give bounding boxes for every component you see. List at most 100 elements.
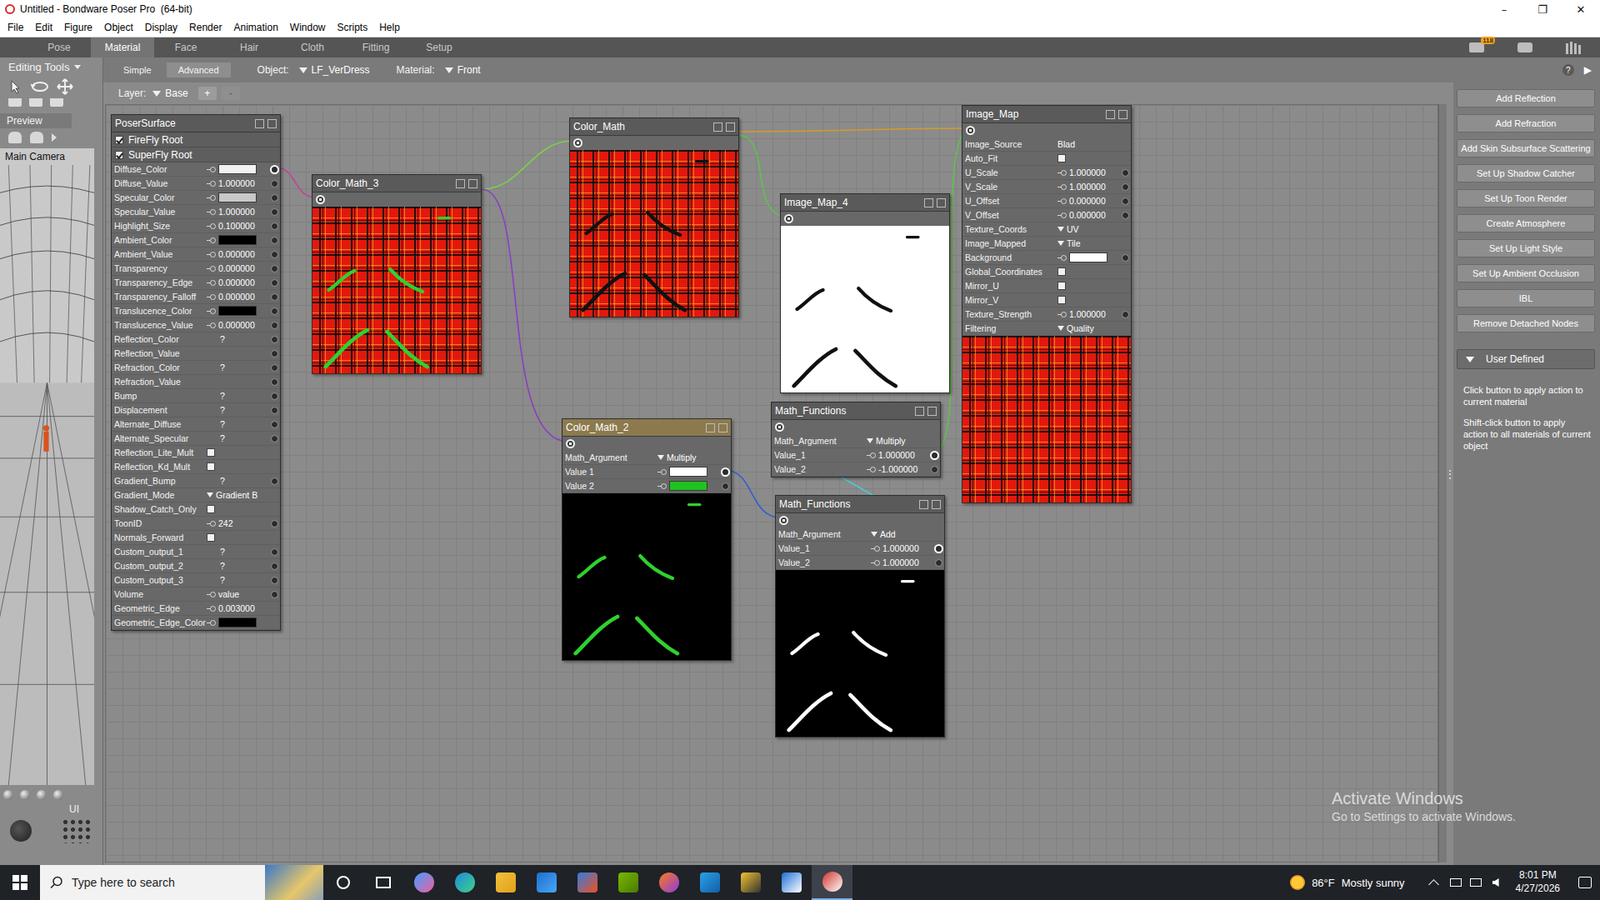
- row-widget[interactable]: Blad: [1057, 139, 1120, 150]
- camera-ball-icon[interactable]: [53, 790, 64, 800]
- row-widget[interactable]: ?: [206, 390, 269, 401]
- node-collapse-button[interactable]: [1105, 110, 1115, 120]
- node-collapse-button[interactable]: [713, 122, 723, 132]
- node-collapse-button[interactable]: [915, 406, 925, 416]
- row-widget[interactable]: value: [206, 589, 269, 600]
- row-widget[interactable]: 242: [206, 518, 269, 529]
- input-socket-icon[interactable]: [930, 450, 940, 460]
- row-widget[interactable]: -1.000000: [866, 464, 929, 475]
- shader-node[interactable]: Color_Math_3: [311, 174, 482, 375]
- trackball-icon[interactable]: [10, 820, 32, 842]
- taskbar-app[interactable]: [566, 865, 608, 900]
- row-widget[interactable]: [206, 448, 269, 457]
- room-tab[interactable]: Cloth: [280, 37, 345, 58]
- row-widget[interactable]: ?: [206, 334, 269, 345]
- row-widget[interactable]: 0.000000: [206, 277, 269, 288]
- input-socket-icon[interactable]: [270, 194, 279, 202]
- node-preview-button[interactable]: [718, 423, 728, 433]
- dial-icon[interactable]: [657, 483, 667, 490]
- row-widget[interactable]: [657, 480, 720, 491]
- row-widget[interactable]: Multiply: [866, 435, 929, 446]
- color-swatch[interactable]: [218, 192, 257, 203]
- weather-widget[interactable]: 86°FMostly sunny: [1290, 875, 1425, 890]
- taskbar-app[interactable]: [607, 865, 649, 900]
- menu-item[interactable]: Scripts: [331, 20, 375, 35]
- row-widget[interactable]: [206, 617, 269, 628]
- dropdown-arrow-icon[interactable]: [74, 65, 81, 70]
- tool-stub-icon[interactable]: [29, 98, 43, 107]
- node-collapse-button[interactable]: [255, 119, 265, 129]
- input-socket-icon[interactable]: [270, 307, 279, 315]
- node-header[interactable]: PoserSurface: [111, 115, 280, 133]
- node-header[interactable]: Image_Map_4: [780, 194, 950, 212]
- checkbox[interactable]: [1057, 281, 1066, 290]
- camera-ball-icon[interactable]: [20, 790, 30, 800]
- row-widget[interactable]: ?: [206, 475, 269, 486]
- node-preview-button[interactable]: [267, 119, 277, 129]
- start-button[interactable]: [0, 865, 40, 900]
- node-header[interactable]: Color_Math_3: [312, 175, 481, 193]
- panel-grip[interactable]: ⋮: [1446, 82, 1454, 865]
- node-collapse-button[interactable]: [455, 179, 465, 189]
- node-preview-button[interactable]: [936, 198, 946, 208]
- menu-item[interactable]: Edit: [29, 20, 59, 35]
- window-control-button[interactable]: ✕: [1561, 0, 1600, 19]
- input-socket-icon[interactable]: [721, 482, 730, 490]
- dial-icon[interactable]: [870, 545, 880, 552]
- input-socket-icon[interactable]: [270, 293, 279, 301]
- output-socket-icon[interactable]: [775, 422, 785, 432]
- row-widget[interactable]: 1.000000: [1057, 181, 1120, 192]
- add-layer-button[interactable]: +: [198, 86, 217, 100]
- node-preview-button[interactable]: [725, 122, 735, 132]
- action-button[interactable]: Remove Detached Nodes: [1456, 314, 1595, 333]
- dial-icon[interactable]: [206, 223, 216, 230]
- row-widget[interactable]: ?: [206, 560, 269, 571]
- task-view-icon[interactable]: [363, 865, 404, 900]
- checkbox[interactable]: [206, 462, 215, 471]
- chat-icon[interactable]: [1515, 39, 1535, 56]
- taskbar-app[interactable]: [730, 865, 771, 900]
- menu-item[interactable]: Figure: [58, 20, 99, 35]
- menu-item[interactable]: Object: [98, 20, 140, 35]
- tool-stub-icon[interactable]: [50, 98, 64, 107]
- input-socket-icon[interactable]: [270, 435, 279, 443]
- input-socket-icon[interactable]: [720, 467, 730, 477]
- row-widget[interactable]: 1.000000: [1057, 167, 1120, 178]
- dial-icon[interactable]: [206, 591, 216, 598]
- row-widget[interactable]: [206, 235, 269, 245]
- input-socket-icon[interactable]: [270, 350, 279, 358]
- shader-node[interactable]: Image_MapImage_SourceBladAuto_FitU_Scale…: [961, 105, 1132, 504]
- input-socket-icon[interactable]: [270, 420, 279, 429]
- row-widget[interactable]: ?: [206, 546, 269, 557]
- input-socket-icon[interactable]: [270, 364, 279, 372]
- row-widget[interactable]: ?: [206, 419, 269, 430]
- row-widget[interactable]: 0.000000: [206, 249, 269, 260]
- input-socket-icon[interactable]: [270, 335, 279, 344]
- row-widget[interactable]: 1.000000: [866, 450, 929, 460]
- action-button[interactable]: Add Skin Subsurface Scattering: [1456, 139, 1595, 158]
- dial-icon[interactable]: [657, 469, 667, 475]
- input-socket-icon[interactable]: [270, 576, 279, 585]
- row-widget[interactable]: 0.000000: [1057, 195, 1120, 206]
- row-widget[interactable]: Quality: [1057, 323, 1120, 334]
- taskbar-app[interactable]: [811, 865, 853, 900]
- row-widget[interactable]: [206, 533, 269, 542]
- input-socket-icon[interactable]: [270, 392, 279, 400]
- row-widget[interactable]: [1057, 281, 1120, 290]
- row-widget[interactable]: Gradient B: [206, 490, 269, 500]
- row-widget[interactable]: [206, 462, 269, 471]
- input-socket-icon[interactable]: [935, 559, 943, 567]
- dial-icon[interactable]: [866, 466, 876, 473]
- window-control-button[interactable]: –: [1485, 0, 1524, 19]
- dial-icon[interactable]: [1057, 170, 1067, 176]
- input-socket-icon[interactable]: [270, 236, 279, 245]
- color-swatch[interactable]: [1069, 252, 1108, 263]
- expand-button[interactable]: ▶: [1584, 64, 1592, 76]
- color-swatch[interactable]: [218, 235, 257, 245]
- output-socket-icon[interactable]: [779, 515, 789, 525]
- dial-icon[interactable]: [206, 308, 216, 315]
- input-socket-icon[interactable]: [270, 279, 279, 287]
- checkbox[interactable]: [206, 448, 215, 457]
- row-widget[interactable]: 1.000000: [870, 557, 933, 568]
- dial-icon[interactable]: [870, 560, 880, 566]
